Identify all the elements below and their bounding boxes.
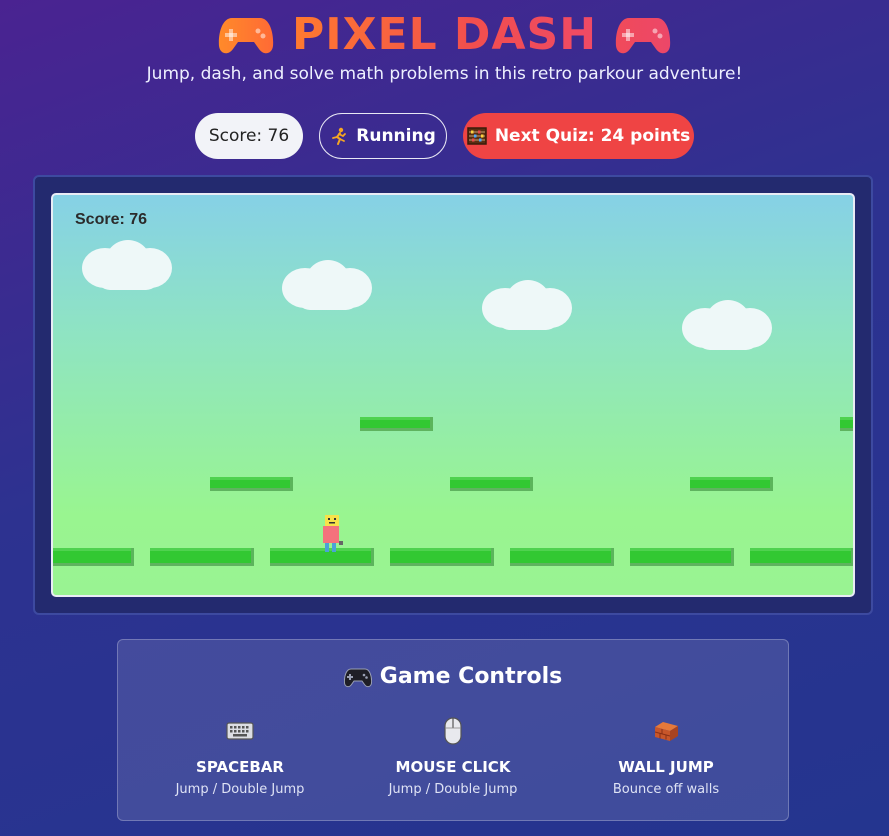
control-key: WALL JUMP [618,758,714,776]
title-row: PIXEL DASH [0,4,889,64]
gamepad-icon [343,668,372,687]
status-label: Running [356,126,436,146]
control-wall-jump: WALL JUMP Bounce off walls [571,716,761,797]
ground-platform [150,548,254,566]
brick-icon [654,722,678,741]
control-key: SPACEBAR [196,758,284,776]
gamepad-icon [615,18,671,54]
player-character [323,515,343,552]
cloud [482,280,574,332]
control-mouse-click: MOUSE CLICK Jump / Double Jump [358,716,548,797]
control-description: Jump / Double Jump [175,782,305,797]
abacus-icon [467,127,487,145]
ground-platform [390,548,494,566]
platform [450,477,533,491]
control-key: MOUSE CLICK [395,758,511,776]
game-canvas[interactable]: Score: 76 [51,193,855,597]
controls-heading: Game Controls [118,664,788,689]
control-description: Jump / Double Jump [388,782,518,797]
subtitle: Jump, dash, and solve math problems in t… [146,64,743,84]
control-spacebar: SPACEBAR Jump / Double Jump [145,716,335,797]
mouse-icon [444,717,462,745]
ground-platform [53,548,134,566]
status-bar: Score: 76 Running Next Quiz: 24 points [0,113,889,159]
ground-platform [510,548,614,566]
platform [840,417,853,431]
platform [690,477,773,491]
platform [360,417,433,431]
runner-icon [332,127,347,145]
keyboard-icon [226,722,254,740]
cloud [682,300,774,352]
status-badge: Running [319,113,447,159]
controls-panel: Game Controls SPACEBAR Jump / Double Jum… [117,639,789,821]
game-title: PIXEL DASH [291,8,598,60]
ground-platform [630,548,734,566]
quiz-label: Next Quiz: 24 points [494,126,691,146]
next-quiz-badge: Next Quiz: 24 points [463,113,694,159]
cloud [282,260,374,312]
ground-platform [750,548,853,566]
gamepad-icon [218,18,274,54]
control-description: Bounce off walls [612,782,720,797]
score-label: Score: 76 [208,126,290,146]
controls-title: Game Controls [379,664,563,689]
cloud [82,240,174,292]
platform [210,477,293,491]
hud-score: Score: 76 [75,211,148,228]
score-badge: Score: 76 [195,113,303,159]
